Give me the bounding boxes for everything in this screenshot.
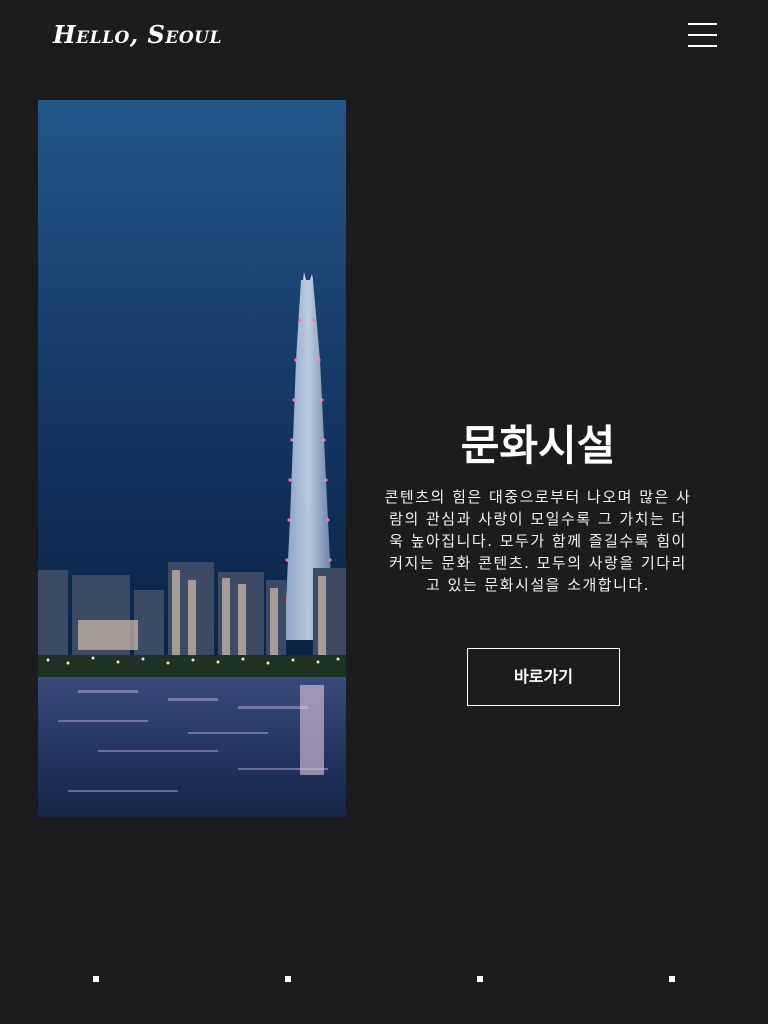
- site-logo[interactable]: Hello, Seoul: [53, 20, 222, 49]
- menu-line: [688, 45, 717, 47]
- menu-line: [688, 23, 717, 25]
- section-title: 문화시설: [460, 421, 616, 470]
- pagination-dot-1[interactable]: [93, 976, 99, 982]
- hero-photo: [38, 100, 346, 817]
- pagination-dot-4[interactable]: [669, 976, 675, 982]
- menu-line: [688, 34, 717, 36]
- go-button[interactable]: 바로가기: [467, 648, 620, 706]
- pagination-dot-2[interactable]: [285, 976, 291, 982]
- hamburger-menu-icon[interactable]: [688, 22, 718, 48]
- pagination-dot-3[interactable]: [477, 976, 483, 982]
- section-description: 콘텐츠의 힘은 대중으로부터 나오며 많은 사람의 관심과 사랑이 모일수록 그…: [384, 488, 692, 594]
